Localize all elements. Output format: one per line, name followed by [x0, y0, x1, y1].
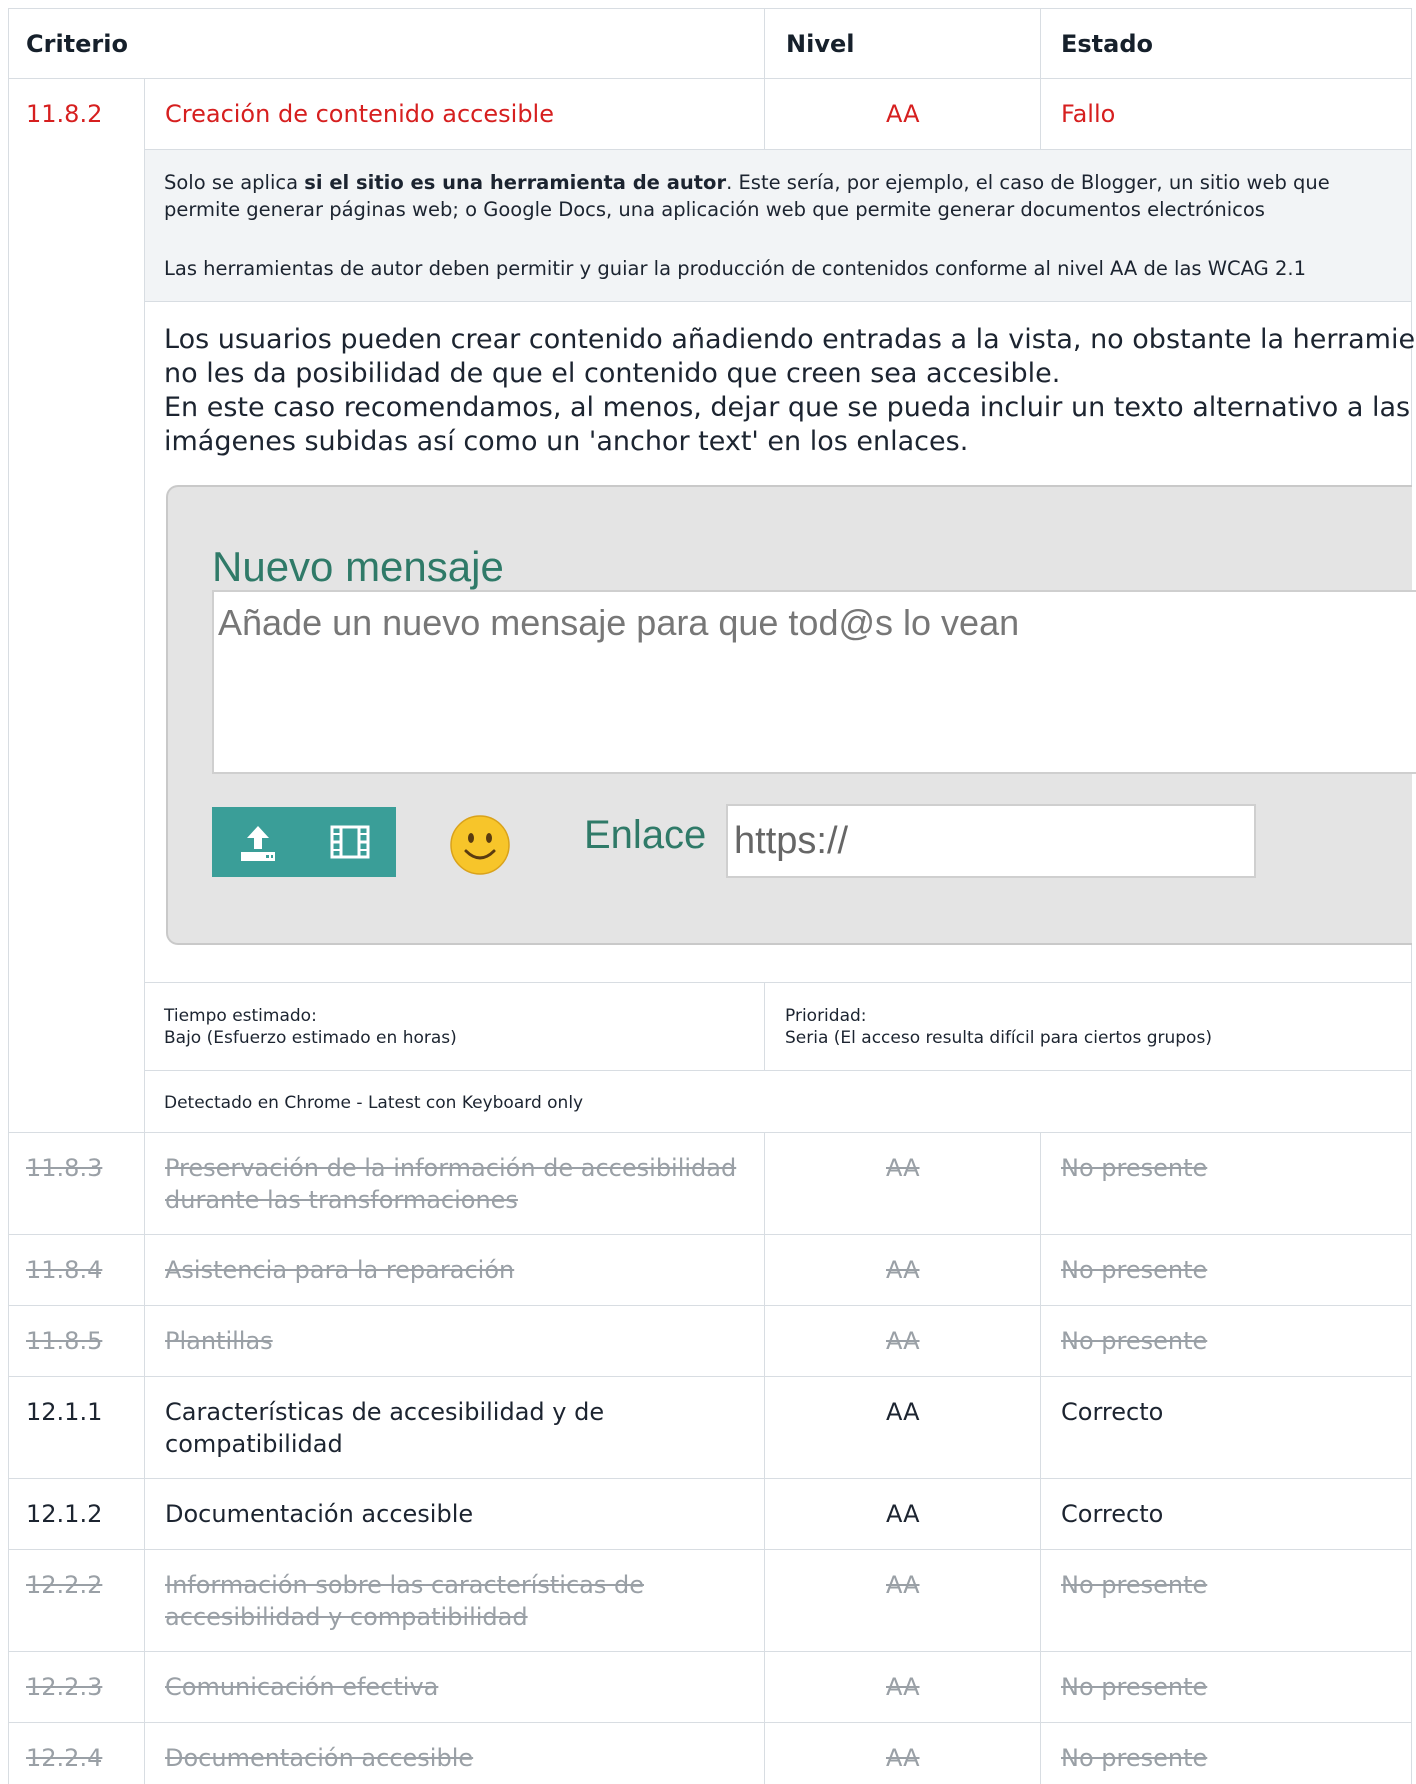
description-line-2: permite generar páginas web; o Google Do… — [164, 198, 1265, 221]
link-input-value: https:// — [734, 820, 849, 862]
estimated-time-value: Bajo (Esfuerzo estimado en horas) — [164, 1028, 457, 1048]
criterion-level: AA — [886, 1571, 920, 1599]
criterion-status: Fallo — [1061, 100, 1116, 128]
criterion-title[interactable]: Creación de contenido accesible — [165, 98, 554, 130]
criterion-id: 11.8.5 — [26, 1327, 103, 1355]
criterion-status: Correcto — [1061, 1398, 1164, 1426]
criterion-id: 11.8.3 — [26, 1154, 103, 1182]
column-header-criterio: Criterio — [26, 30, 128, 58]
description-line-1: Solo se aplica si el sitio es una herram… — [164, 171, 1330, 194]
criterion-id: 11.8.2 — [26, 100, 103, 128]
criterion-level: AA — [886, 1673, 920, 1701]
link-input: https:// — [726, 804, 1256, 878]
criterion-title: Plantillas — [165, 1327, 273, 1355]
criterion-level: AA — [886, 1398, 920, 1426]
upload-button — [212, 807, 304, 877]
criterion-status: No presente — [1061, 1154, 1208, 1182]
criterion-status: No presente — [1061, 1744, 1208, 1772]
message-textarea: Añade un nuevo mensaje para que tod@s lo… — [212, 590, 1416, 774]
finding-line-3: En este caso recomendamos, al menos, dej… — [164, 392, 1411, 423]
column-header-estado: Estado — [1061, 30, 1154, 58]
criterion-title: Asistencia para la reparación — [165, 1256, 515, 1284]
priority-label: Prioridad: — [785, 1006, 867, 1026]
detected-note: Detectado en Chrome - Latest con Keyboar… — [164, 1093, 584, 1113]
criterion-level: AA — [886, 1500, 920, 1528]
video-button — [304, 807, 396, 877]
criterion-title[interactable]: Documentación accesible — [165, 1498, 473, 1530]
column-header-nivel: Nivel — [786, 30, 855, 58]
estimated-time-label: Tiempo estimado: — [164, 1006, 317, 1026]
criterion-level: AA — [886, 1744, 920, 1772]
criterion-status: No presente — [1061, 1256, 1208, 1284]
criterion-level: AA — [886, 1327, 920, 1355]
criterion-id: 12.2.4 — [26, 1744, 103, 1772]
description-line-3: Las herramientas de autor deben permitir… — [164, 257, 1306, 280]
criterion-status: No presente — [1061, 1571, 1208, 1599]
criterion-id: 11.8.4 — [26, 1256, 103, 1284]
finding-line-2: no les da posibilidad de que el contenid… — [164, 358, 1061, 389]
criterion-status: Correcto — [1061, 1500, 1164, 1528]
criterion-id: 12.2.3 — [26, 1673, 103, 1701]
criterion-title: Comunicación efectiva — [165, 1673, 439, 1701]
criterion-status: No presente — [1061, 1673, 1208, 1701]
criterion-title: Información sobre las características de… — [165, 1571, 645, 1631]
criterion-level: AA — [886, 100, 920, 128]
message-placeholder: Añade un nuevo mensaje para que tod@s lo… — [218, 602, 1020, 643]
priority-value: Seria (El acceso resulta difícil para ci… — [785, 1028, 1212, 1048]
link-label: Enlace — [584, 813, 707, 857]
upload-icon — [241, 826, 275, 861]
criterion-id: 12.2.2 — [26, 1571, 103, 1599]
smiley-icon — [450, 815, 510, 875]
criterion-title: Preservación de la información de accesi… — [165, 1154, 737, 1214]
criterion-title: Documentación accesible — [165, 1744, 474, 1772]
screenshot-title: Nuevo mensaje — [212, 543, 504, 590]
criterion-title[interactable]: Características de accesibilidad y de com… — [165, 1396, 604, 1460]
criterion-id: 12.1.2 — [26, 1500, 103, 1528]
finding-line-1: Los usuarios pueden crear contenido añad… — [164, 324, 1416, 355]
criterion-id: 12.1.1 — [26, 1398, 103, 1426]
evidence-screenshot: Nuevo mensaje Añade un nuevo mensaje par… — [166, 485, 1416, 945]
film-icon — [330, 825, 370, 859]
criterion-status: No presente — [1061, 1327, 1208, 1355]
finding-line-4: imágenes subidas así como un 'anchor tex… — [164, 426, 969, 457]
criterion-level: AA — [886, 1154, 920, 1182]
criterion-level: AA — [886, 1256, 920, 1284]
